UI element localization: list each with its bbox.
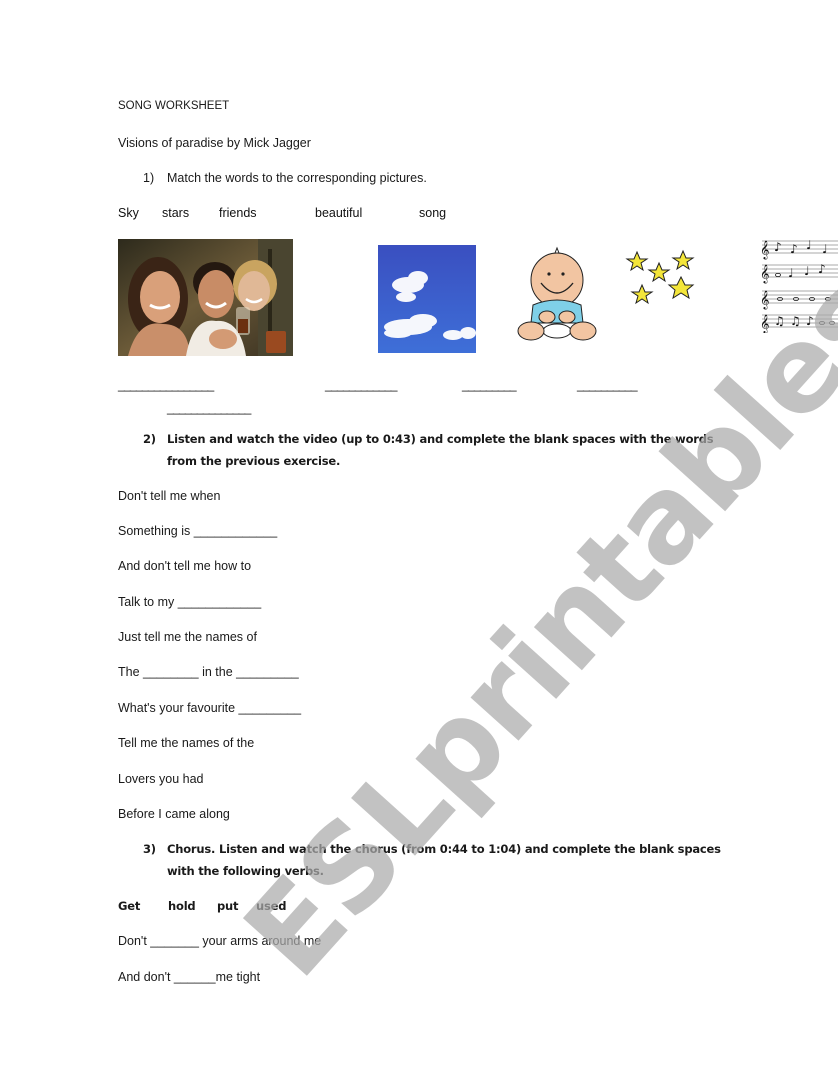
exercise-3-instruction-line1: Chorus. Listen and watch the chorus (fro… (167, 842, 721, 856)
baby-clipart (517, 245, 597, 343)
sky-photo (378, 245, 476, 353)
svg-text:♩: ♩ (788, 266, 794, 280)
word-song: song (419, 206, 447, 220)
stars-clipart (625, 247, 697, 309)
svg-text:♪: ♪ (806, 314, 814, 328)
answer-blank[interactable]: ________________ (118, 378, 214, 392)
svg-text:♩: ♩ (804, 264, 810, 278)
lyric-line: The ________ in the _________ (118, 665, 299, 679)
exercise-1-instruction: Match the words to the corresponding pic… (167, 171, 427, 185)
answer-blank[interactable]: __________ (577, 378, 638, 392)
verb-put: put (217, 899, 239, 913)
verb-get: Get (118, 899, 141, 913)
word-beautiful: beautiful (315, 206, 363, 220)
worksheet-title: SONG WORKSHEET (118, 100, 230, 112)
word-friends: friends (219, 206, 257, 220)
answer-blank[interactable]: _________ (462, 378, 517, 392)
lyric-line: Don't _______ your arms around me (118, 934, 322, 948)
svg-text:♪: ♪ (790, 242, 798, 256)
answer-blank[interactable]: ____________ (325, 378, 397, 392)
lyric-line: And don't tell me how to (118, 559, 252, 573)
lyric-line: Lovers you had (118, 772, 204, 786)
verb-hold: hold (168, 899, 196, 913)
lyric-line: Tell me the names of the (118, 736, 255, 750)
verb-used: used (256, 899, 287, 913)
svg-text:𝄞: 𝄞 (760, 240, 769, 260)
svg-text:𝄞: 𝄞 (760, 314, 769, 333)
lyric-line: Before I came along (118, 807, 230, 821)
exercise-1-number: 1) (143, 171, 155, 185)
music-sheet-clipart: 𝄞 𝄞 𝄞 𝄞 ♪ ♪ ♩ ♩ ♩ ♩ ♪ ♫ ♫ ♪ (760, 235, 838, 333)
exercise-2-number: 2) (143, 432, 156, 446)
lyric-line: And don't ______me tight (118, 970, 261, 984)
exercise-2-instruction-line2: from the previous exercise. (167, 454, 341, 468)
lyric-line: Don't tell me when (118, 489, 221, 503)
svg-text:𝄞: 𝄞 (760, 264, 769, 284)
answer-blank[interactable]: ______________ (167, 401, 251, 415)
svg-text:♫: ♫ (790, 314, 801, 328)
friends-photo (118, 239, 293, 356)
lyric-line: Something is ____________ (118, 524, 278, 538)
word-sky: Sky (118, 206, 139, 220)
svg-text:♩: ♩ (822, 242, 828, 256)
lyric-line: Just tell me the names of (118, 630, 257, 644)
exercise-2-instruction-line1: Listen and watch the video (up to 0:43) … (167, 432, 714, 446)
svg-text:♩: ♩ (806, 238, 812, 252)
song-subtitle: Visions of paradise by Mick Jagger (118, 136, 311, 150)
svg-text:♪: ♪ (818, 262, 826, 276)
lyric-line: What's your favourite _________ (118, 701, 302, 715)
word-stars: stars (162, 206, 190, 220)
exercise-3-instruction-line2: with the following verbs. (167, 864, 324, 878)
lyric-line: Talk to my ____________ (118, 595, 262, 609)
svg-text:♪: ♪ (774, 240, 782, 254)
exercise-3-number: 3) (143, 842, 156, 856)
svg-text:♫: ♫ (774, 314, 785, 328)
svg-text:𝄞: 𝄞 (760, 290, 769, 310)
